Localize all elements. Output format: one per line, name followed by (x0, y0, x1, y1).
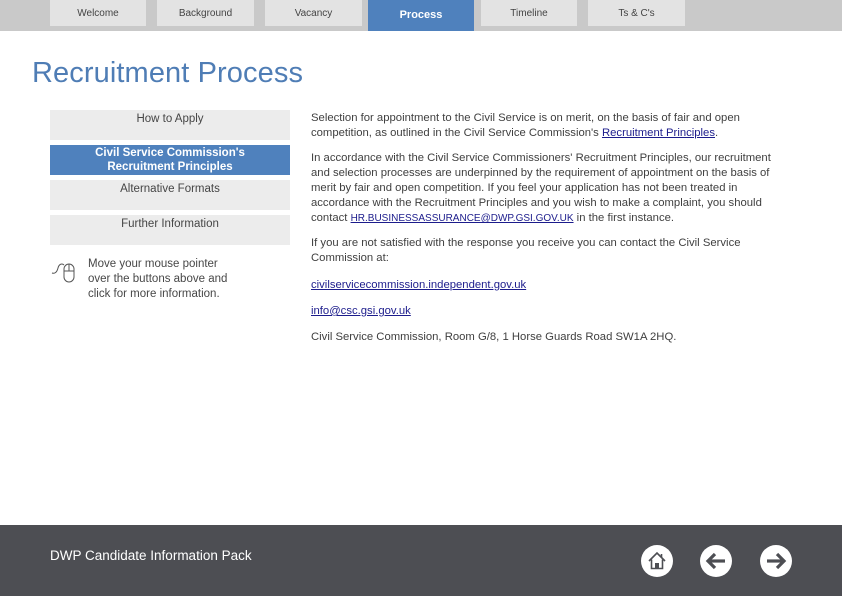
tab-process[interactable]: Process (368, 0, 474, 31)
recruitment-principles-link[interactable]: Recruitment Principles (602, 127, 715, 139)
tab-timeline[interactable]: Timeline (481, 0, 577, 26)
hint-line-1: Move your mouse pointer (88, 258, 218, 270)
tab-welcome[interactable]: Welcome (50, 0, 146, 26)
recruitment-principles-button[interactable]: Civil Service Commission's Recruitment P… (50, 145, 290, 175)
hint-line-2: over the buttons above and (88, 273, 228, 285)
content-panel: Selection for appointment to the Civil S… (311, 111, 791, 355)
hint-text: Move your mouse pointer over the buttons… (88, 257, 288, 302)
how-to-apply-label: How to Apply (136, 113, 204, 125)
tab-ts-and-cs[interactable]: Ts & C's (588, 0, 685, 26)
hint-line-3: click for more information. (88, 288, 220, 300)
email-line: info@csc.gsi.gov.uk (311, 304, 791, 319)
tab-background[interactable]: Background (157, 0, 254, 26)
further-information-label: Further Information (121, 218, 219, 230)
commission-paragraph: If you are not satisfied with the respon… (311, 236, 791, 266)
alternative-formats-button[interactable]: Alternative Formats (50, 180, 290, 210)
complaint-paragraph: In accordance with the Civil Service Com… (311, 151, 791, 226)
website-line: civilservicecommission.independent.gov.u… (311, 278, 791, 293)
back-button[interactable] (700, 545, 732, 577)
arrow-left-icon (705, 552, 725, 570)
home-icon (648, 551, 666, 570)
arrow-right-icon (767, 552, 787, 570)
recruitment-principles-label-line2: Recruitment Principles (107, 161, 233, 173)
next-button[interactable] (760, 545, 792, 577)
further-information-button[interactable]: Further Information (50, 215, 290, 245)
alternative-formats-label: Alternative Formats (120, 183, 220, 195)
hr-email-link[interactable]: HR.BUSINESSASSURANCE@DWP.GSI.GOV.UK (351, 213, 574, 224)
address-text: Civil Service Commission, Room G/8, 1 Ho… (311, 331, 677, 343)
tab-bar: Welcome Background Vacancy Process Timel… (0, 0, 842, 31)
commission-email-link[interactable]: info@csc.gsi.gov.uk (311, 305, 411, 317)
recruitment-principles-label-line1: Civil Service Commission's (95, 147, 245, 159)
intro-end: . (715, 127, 719, 139)
commission-text: If you are not satisfied with the respon… (311, 237, 741, 264)
page-title: Recruitment Process (32, 57, 304, 89)
mouse-icon (51, 263, 75, 283)
complaint-end: in the first instance. (573, 212, 675, 224)
home-button[interactable] (641, 545, 673, 577)
footer-title: DWP Candidate Information Pack (50, 548, 252, 563)
commission-website-link[interactable]: civilservicecommission.independent.gov.u… (311, 279, 526, 291)
tab-vacancy[interactable]: Vacancy (265, 0, 362, 26)
how-to-apply-button[interactable]: How to Apply (50, 110, 290, 140)
footer: DWP Candidate Information Pack (0, 525, 842, 596)
intro-paragraph: Selection for appointment to the Civil S… (311, 111, 791, 141)
